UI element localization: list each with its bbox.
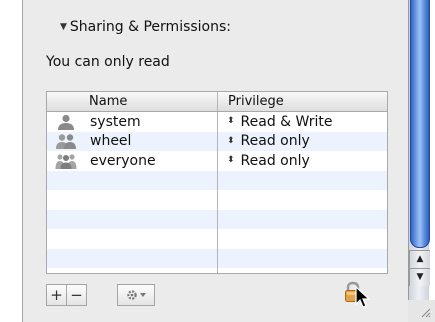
add-button[interactable]: + bbox=[47, 285, 66, 305]
popup-arrows-icon[interactable]: ⬍ bbox=[227, 156, 235, 165]
popup-arrows-icon[interactable]: ⬍ bbox=[227, 117, 235, 126]
resize-grip-icon[interactable] bbox=[419, 306, 431, 318]
section-title: Sharing & Permissions: bbox=[69, 19, 232, 35]
permission-status-text: You can only read bbox=[46, 54, 170, 70]
disclosure-triangle-icon[interactable]: ▼ bbox=[60, 22, 67, 32]
scroll-down-button[interactable]: ▼ bbox=[409, 268, 430, 286]
table-header: Name Privilege bbox=[47, 92, 387, 112]
privilege-value[interactable]: Read only bbox=[241, 133, 310, 149]
everyone-icon bbox=[55, 154, 77, 169]
arrow-cursor-icon bbox=[355, 286, 371, 308]
user-single-icon bbox=[58, 114, 74, 130]
scrollbar-thumb[interactable] bbox=[410, 0, 430, 248]
popup-arrows-icon[interactable]: ⬍ bbox=[227, 136, 235, 146]
sharing-permissions-header[interactable]: ▼ Sharing & Permissions: bbox=[60, 19, 231, 35]
column-header-name[interactable]: Name bbox=[47, 92, 217, 111]
column-divider[interactable] bbox=[217, 112, 218, 273]
user-name: wheel bbox=[90, 133, 132, 150]
gear-icon bbox=[127, 290, 137, 300]
privilege-value[interactable]: Read only bbox=[241, 153, 310, 169]
scroll-up-button[interactable]: ▲ bbox=[409, 250, 430, 268]
user-name: system bbox=[90, 113, 141, 130]
user-name: everyone bbox=[90, 152, 156, 169]
action-menu-button[interactable] bbox=[117, 284, 155, 306]
group-icon bbox=[56, 134, 76, 150]
chevron-down-icon bbox=[140, 293, 146, 297]
remove-button[interactable]: − bbox=[66, 285, 86, 305]
permissions-table: Name Privilege system ⬍ Read & Write whe… bbox=[46, 91, 388, 274]
add-remove-buttons: + − bbox=[46, 284, 87, 306]
privilege-value[interactable]: Read & Write bbox=[241, 114, 333, 130]
column-header-privilege[interactable]: Privilege bbox=[217, 92, 387, 111]
resize-corner[interactable] bbox=[408, 300, 435, 322]
